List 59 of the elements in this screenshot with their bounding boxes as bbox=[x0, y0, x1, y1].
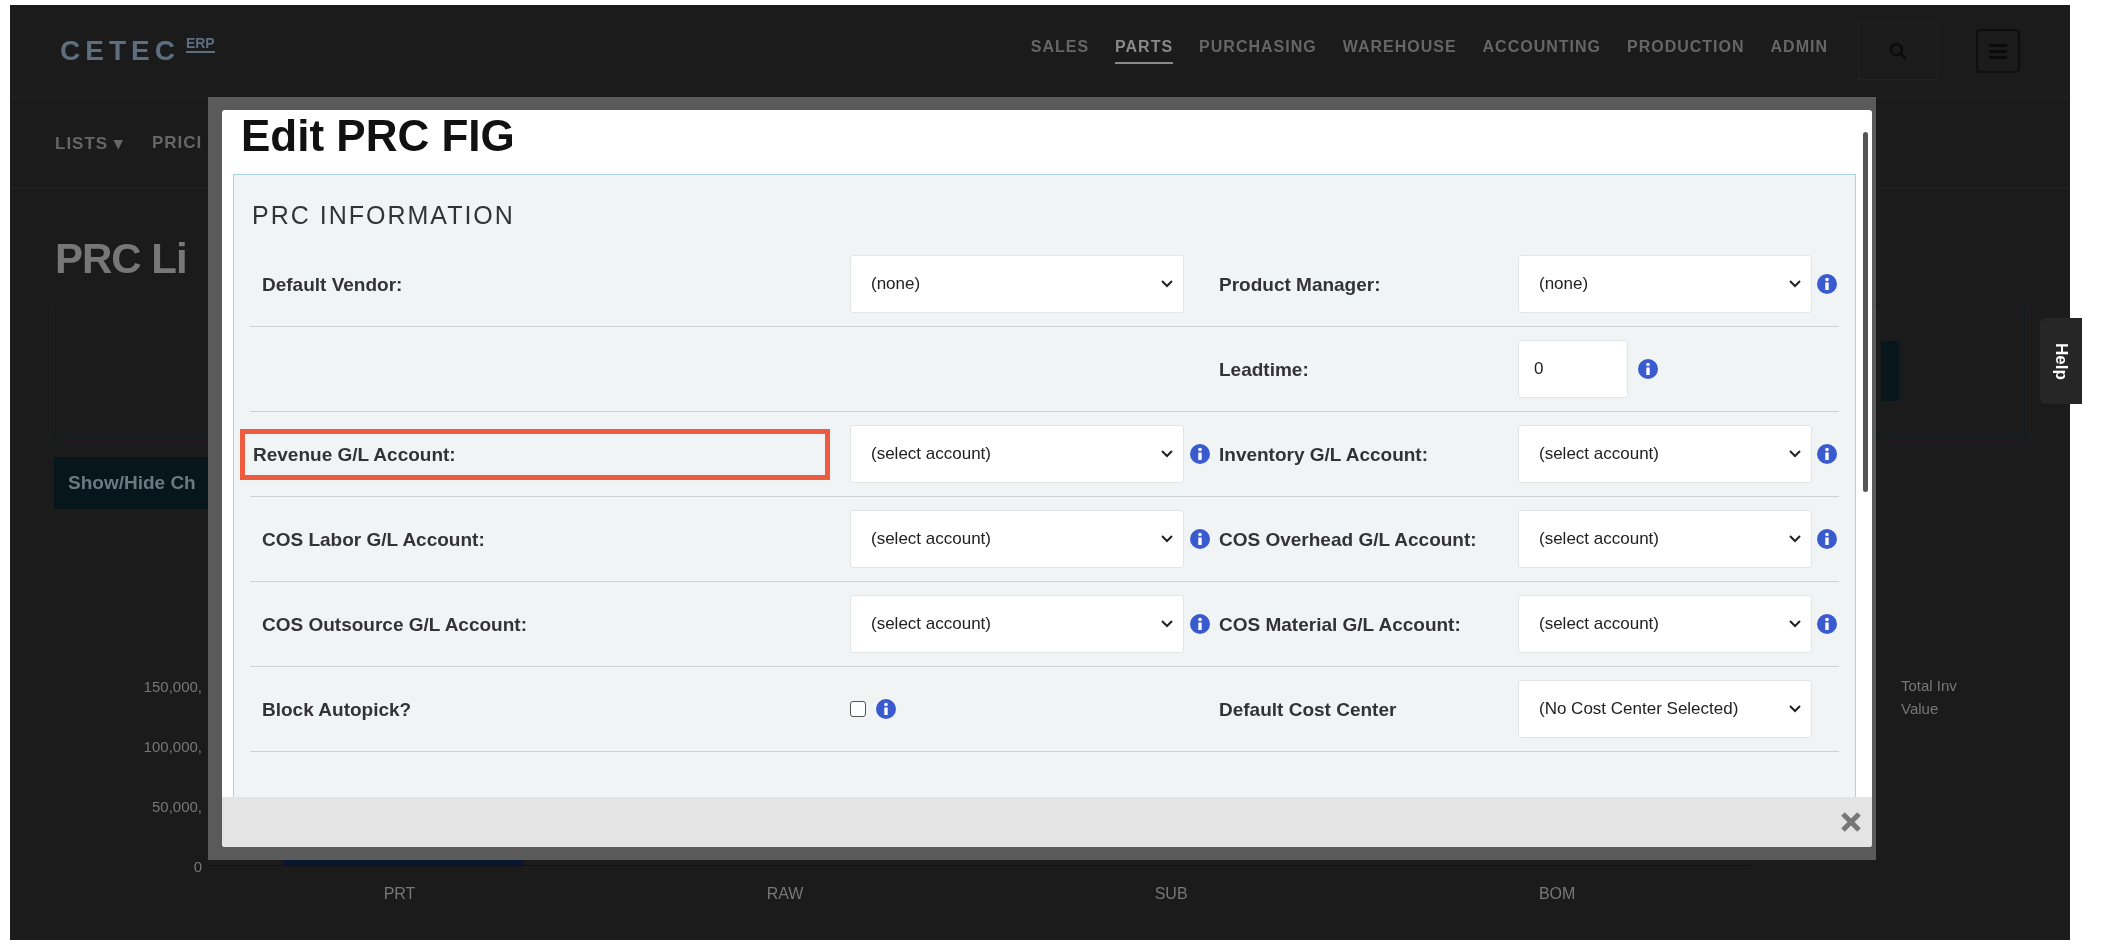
input-field[interactable]: 0 bbox=[1518, 340, 1628, 399]
modal-title: Edit PRC FIG bbox=[241, 112, 516, 161]
field-label: COS Material G/L Account: bbox=[1219, 612, 1461, 637]
chevron-icon bbox=[1161, 535, 1173, 544]
info-icon[interactable] bbox=[1638, 359, 1658, 380]
field-label: Block Autopick? bbox=[262, 697, 412, 722]
chevron-icon bbox=[1789, 450, 1801, 459]
section-heading: PRC INFORMATION bbox=[252, 201, 516, 231]
nav-link[interactable]: PARTS bbox=[1115, 38, 1174, 64]
field-label: Inventory G/L Account: bbox=[1219, 442, 1429, 467]
checkbox[interactable] bbox=[850, 701, 866, 718]
field-label: Product Manager: bbox=[1219, 272, 1381, 297]
info-icon[interactable] bbox=[1817, 444, 1837, 465]
axis-tick-label: 0 bbox=[193, 857, 202, 877]
dropdown[interactable]: (select account) bbox=[1518, 595, 1812, 654]
field-label: COS Outsource G/L Account: bbox=[262, 612, 527, 637]
field-label: Default Cost Center bbox=[1219, 697, 1397, 722]
chevron-icon bbox=[1161, 450, 1173, 459]
info-icon[interactable] bbox=[1189, 444, 1210, 465]
chevron-icon bbox=[1789, 620, 1801, 629]
field-label: COS Labor G/L Account: bbox=[262, 527, 485, 552]
info-icon[interactable] bbox=[1817, 614, 1837, 635]
chevron-icon bbox=[1789, 280, 1801, 289]
legend-label: Value bbox=[1901, 700, 1940, 717]
dropdown[interactable]: (none) bbox=[850, 255, 1184, 314]
logo-text: CETEC bbox=[60, 35, 180, 67]
dropdown[interactable]: (No Cost Center Selected) bbox=[1518, 680, 1812, 739]
field-label: Leadtime: bbox=[1219, 357, 1309, 382]
axis-tick-label: 100,000, bbox=[143, 737, 202, 757]
axis-category-label: SUB bbox=[1154, 885, 1188, 903]
help-tab[interactable]: Help bbox=[2040, 318, 2082, 404]
dropdown[interactable]: (select account) bbox=[1518, 510, 1812, 569]
dropdown[interactable]: (select account) bbox=[850, 595, 1184, 654]
info-icon[interactable] bbox=[1189, 614, 1210, 635]
logo-tag: ERP bbox=[185, 35, 215, 53]
info-icon[interactable] bbox=[1189, 529, 1210, 550]
chevron-icon bbox=[1789, 705, 1801, 714]
chevron-icon bbox=[1789, 535, 1801, 544]
info-icon[interactable] bbox=[1817, 529, 1837, 550]
info-icon[interactable] bbox=[1817, 274, 1837, 295]
dropdown[interactable]: (select account) bbox=[1518, 425, 1812, 484]
axis-tick-label: 150,000, bbox=[143, 677, 202, 697]
axis-tick-label: 50,000, bbox=[151, 797, 202, 817]
chevron-icon bbox=[1161, 280, 1173, 289]
axis-category-label: PRT bbox=[383, 885, 416, 903]
dropdown[interactable]: (none) bbox=[1518, 255, 1812, 314]
info-icon[interactable] bbox=[876, 699, 896, 720]
field-label: Default Vendor: bbox=[262, 272, 403, 297]
page-title: PRC Li bbox=[55, 235, 188, 283]
scrollbar[interactable] bbox=[1863, 132, 1868, 492]
legend-label: Total Inv bbox=[1901, 677, 1957, 694]
dropdown[interactable]: (select account) bbox=[850, 425, 1184, 484]
close-icon bbox=[1840, 811, 1862, 833]
axis-category-label: BOM bbox=[1538, 885, 1576, 903]
axis-category-label: RAW bbox=[766, 885, 804, 903]
chevron-icon bbox=[1161, 620, 1173, 629]
field-label: Revenue G/L Account: bbox=[240, 428, 830, 481]
field-label: COS Overhead G/L Account: bbox=[1219, 527, 1477, 552]
dropdown[interactable]: (select account) bbox=[850, 510, 1184, 569]
